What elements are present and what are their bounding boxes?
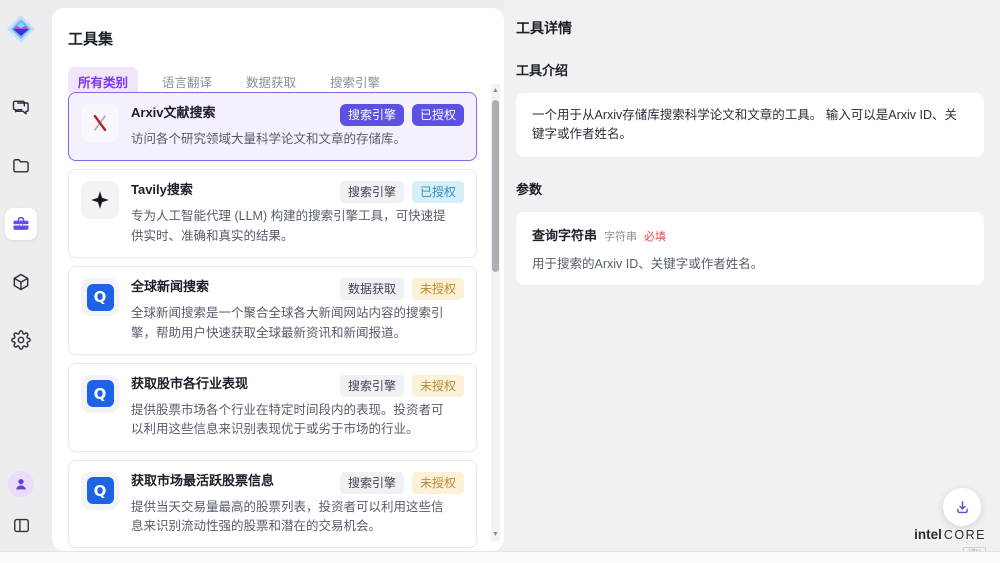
category-badge: 数据获取 bbox=[340, 278, 404, 300]
tool-title: 全球新闻搜索 bbox=[131, 278, 209, 296]
tool-title: Tavily搜索 bbox=[131, 181, 193, 199]
tools-panel-title: 工具集 bbox=[68, 28, 504, 49]
download-icon bbox=[954, 499, 971, 516]
tool-title: 获取股市各行业表现 bbox=[131, 375, 248, 393]
param-type: 字符串 bbox=[604, 228, 637, 244]
auth-status-badge: 未授权 bbox=[412, 472, 464, 494]
tool-card[interactable]: Q 获取市场最活跃股票信息 搜索引擎 未授权 提供当天交易量最高的股票列表，投资… bbox=[68, 460, 477, 549]
juhe-icon: Q bbox=[87, 284, 114, 311]
rail-item-cube[interactable] bbox=[5, 266, 37, 298]
user-avatar[interactable] bbox=[8, 471, 34, 497]
intro-box: 一个用于从Arxiv存储库搜索科学论文和文章的工具。 输入可以是Arxiv ID… bbox=[516, 93, 984, 157]
scrollbar-thumb[interactable] bbox=[492, 100, 499, 272]
intro-heading: 工具介绍 bbox=[516, 60, 984, 79]
juhe-icon: Q bbox=[87, 477, 114, 504]
tool-icon-tile bbox=[81, 181, 119, 219]
arxiv-icon bbox=[89, 112, 111, 134]
download-button[interactable] bbox=[943, 488, 981, 526]
app-logo-icon bbox=[6, 14, 36, 44]
tools-panel: 工具集 所有类别语言翻译数据获取搜索引擎 Arxiv文献搜索 搜索引擎 已授权 … bbox=[52, 8, 504, 551]
tool-card[interactable]: Q 全球新闻搜索 数据获取 未授权 全球新闻搜索是一个聚合全球各大新闻网站内容的… bbox=[68, 266, 477, 355]
param-name: 查询字符串 bbox=[532, 225, 597, 244]
tool-card-list: Arxiv文献搜索 搜索引擎 已授权 访问各个研究领域大量科学论文和文章的存储库… bbox=[68, 92, 477, 551]
toolbox-icon bbox=[11, 214, 31, 234]
auth-status-badge: 未授权 bbox=[412, 375, 464, 397]
rail-item-chat[interactable] bbox=[5, 92, 37, 124]
scroll-down-icon[interactable]: ▼ bbox=[491, 530, 500, 539]
tool-icon-tile bbox=[81, 104, 119, 142]
app-window: 工具集 所有类别语言翻译数据获取搜索引擎 Arxiv文献搜索 搜索引擎 已授权 … bbox=[0, 0, 1000, 563]
tool-title: Arxiv文献搜索 bbox=[131, 104, 216, 122]
rail-item-settings[interactable] bbox=[5, 324, 37, 356]
param-box: 查询字符串 字符串 必填 用于搜索的Arxiv ID、关键字或作者姓名。 bbox=[516, 212, 984, 285]
param-required-badge: 必填 bbox=[644, 228, 666, 244]
category-badge: 搜索引擎 bbox=[340, 375, 404, 397]
core-wordmark: core bbox=[944, 529, 986, 542]
tavily-star-icon bbox=[89, 189, 111, 211]
rail-item-toolbox[interactable] bbox=[5, 208, 37, 240]
cube-icon bbox=[11, 272, 31, 292]
category-badge: 搜索引擎 bbox=[340, 181, 404, 203]
sidebar-toggle-button[interactable] bbox=[5, 509, 37, 541]
category-badge: 搜索引擎 bbox=[340, 472, 404, 494]
tool-title: 获取市场最活跃股票信息 bbox=[131, 472, 274, 490]
juhe-icon: Q bbox=[87, 380, 114, 407]
rail-item-folder[interactable] bbox=[5, 150, 37, 182]
tool-card[interactable]: Arxiv文献搜索 搜索引擎 已授权 访问各个研究领域大量科学论文和文章的存储库… bbox=[68, 92, 477, 161]
tool-card[interactable]: Tavily搜索 搜索引擎 已授权 专为人工智能代理 (LLM) 构建的搜索引擎… bbox=[68, 169, 477, 258]
person-icon bbox=[13, 476, 29, 492]
window-bottom-strip bbox=[0, 551, 1000, 563]
chat-icon bbox=[11, 98, 31, 118]
tool-card[interactable]: Q 获取股市各行业表现 搜索引擎 未授权 提供股票市场各个行业在特定时间段内的表… bbox=[68, 363, 477, 452]
tool-description: 全球新闻搜索是一个聚合全球各大新闻网站内容的搜索引擎，帮助用户快速获取全球最新资… bbox=[131, 304, 453, 343]
scroll-up-icon[interactable]: ▲ bbox=[491, 86, 500, 95]
tool-details-panel: 工具详情 工具介绍 一个用于从Arxiv存储库搜索科学论文和文章的工具。 输入可… bbox=[504, 0, 1000, 551]
panel-toggle-icon bbox=[12, 516, 31, 535]
tool-description: 提供股票市场各个行业在特定时间段内的表现。投资者可以利用这些信息来识别表现优于或… bbox=[131, 401, 453, 440]
tool-description: 专为人工智能代理 (LLM) 构建的搜索引擎工具，可快速提供实时、准确和真实的结… bbox=[131, 207, 453, 246]
tool-icon-tile: Q bbox=[81, 278, 119, 316]
params-heading: 参数 bbox=[516, 179, 984, 198]
left-rail bbox=[0, 0, 42, 551]
folder-icon bbox=[11, 156, 31, 176]
tool-icon-tile: Q bbox=[81, 375, 119, 413]
auth-status-badge: 已授权 bbox=[412, 181, 464, 203]
category-badge: 搜索引擎 bbox=[340, 104, 404, 126]
intro-text: 一个用于从Arxiv存储库搜索科学论文和文章的工具。 输入可以是Arxiv ID… bbox=[532, 106, 968, 144]
tool-description: 访问各个研究领域大量科学论文和文章的存储库。 bbox=[131, 130, 453, 149]
auth-status-badge: 已授权 bbox=[412, 104, 464, 126]
tool-icon-tile: Q bbox=[81, 472, 119, 510]
param-desc: 用于搜索的Arxiv ID、关键字或作者姓名。 bbox=[532, 253, 968, 272]
auth-status-badge: 未授权 bbox=[412, 278, 464, 300]
intel-wordmark: intel bbox=[914, 528, 942, 542]
rail-nav bbox=[5, 92, 37, 356]
details-title: 工具详情 bbox=[516, 18, 984, 38]
list-scrollbar[interactable]: ▲ ▼ bbox=[491, 84, 500, 541]
tool-description: 提供当天交易量最高的股票列表，投资者可以利用这些信息来识别流动性强的股票和潜在的… bbox=[131, 498, 453, 537]
gear-icon bbox=[11, 330, 31, 350]
